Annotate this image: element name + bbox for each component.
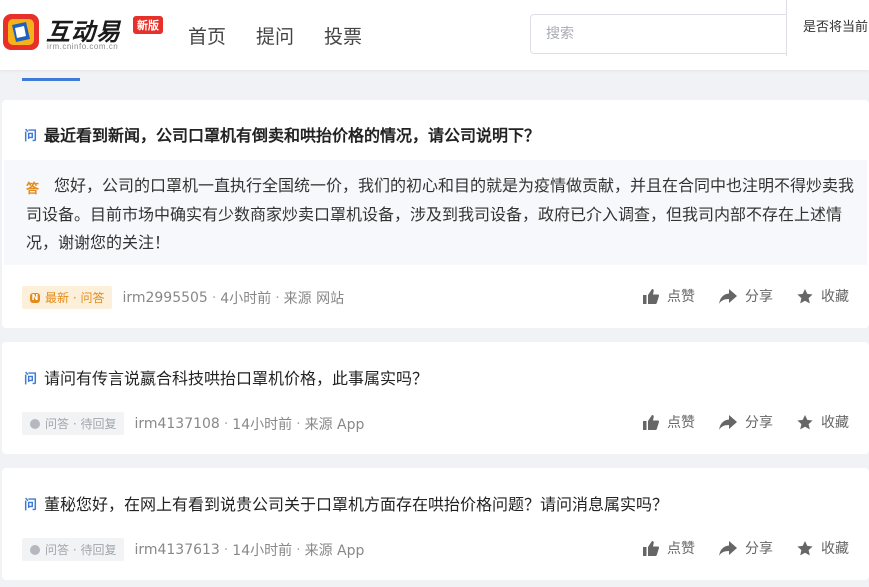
thumbs-up-icon [643,288,659,304]
collect-label: 收藏 [821,289,849,305]
post-source: 来源 App [304,542,365,559]
user-name[interactable]: irm2995505 [122,290,207,306]
new-version-badge: 新版 [133,16,163,34]
share-icon [719,414,737,430]
question-row: 问 最近看到新闻，公司口罩机有倒卖和哄抬价格的情况，请公司说明下？ [24,122,540,146]
meta-separator: · [211,289,217,306]
star-icon [797,540,813,555]
post-source: 来源 App [304,416,365,433]
post-source: 来源 网站 [283,290,345,307]
logo-subtext: irm.cninfo.com.cn [47,42,119,51]
like-label: 点赞 [667,541,695,557]
meta-separator: · [296,541,301,558]
status-badge: N 最新 · 问答 [22,286,113,309]
question-row: 问 请问有传言说嬴合科技哄抬口罩机价格，此事属实吗？ [24,365,428,389]
question-text[interactable]: 最近看到新闻，公司口罩机有倒卖和哄抬价格的情况，请公司说明下？ [44,122,540,146]
star-icon [797,288,813,303]
card-actions: 点赞 分享 收藏 [619,412,849,432]
question-mark-icon: 问 [24,129,38,144]
nav-home[interactable]: 首页 [188,22,226,49]
collect-button[interactable]: 收藏 [797,538,849,558]
star-icon [797,414,813,429]
status-badge-label: 问答 · 待回复 [45,417,117,431]
question-mark-icon: 问 [24,372,38,387]
like-button[interactable]: 点赞 [643,538,695,558]
top-header: 互动易 irm.cninfo.com.cn 新版 首页 提问 投票 是否将当前 [0,0,869,70]
nav-vote[interactable]: 投票 [324,22,362,49]
post-time: 14小时前 [232,542,293,559]
search-input[interactable] [530,14,788,54]
share-label: 分享 [745,415,773,431]
status-badge: 问答 · 待回复 [22,538,125,561]
card-actions: 点赞 分享 收藏 [619,286,849,306]
logo-icon[interactable] [2,12,40,52]
card-actions: 点赞 分享 收藏 [619,538,849,558]
like-label: 点赞 [667,415,695,431]
share-icon [719,540,737,556]
meta-row: N 最新 · 问答 irm2995505 · 4小时前 · 来源 网站 [22,286,344,309]
user-name[interactable]: irm4137108 [134,416,219,432]
collect-button[interactable]: 收藏 [797,286,849,306]
collect-button[interactable]: 收藏 [797,412,849,432]
collect-label: 收藏 [821,541,849,557]
qa-card: 问 最近看到新闻，公司口罩机有倒卖和哄抬价格的情况，请公司说明下？ 答 您好，公… [2,100,869,328]
nav-ask[interactable]: 提问 [256,22,294,49]
share-button[interactable]: 分享 [719,412,773,432]
clock-icon [30,544,40,555]
share-button[interactable]: 分享 [719,538,773,558]
share-label: 分享 [745,289,773,305]
like-button[interactable]: 点赞 [643,412,695,432]
meta-separator: · [296,415,301,432]
question-text[interactable]: 请问有传言说嬴合科技哄抬口罩机价格，此事属实吗？ [44,365,428,389]
status-badge-label: 问答 · 待回复 [45,543,117,557]
share-label: 分享 [745,541,773,557]
qa-card: 问 董秘您好，在网上有看到说贵公司关于口罩机方面存在哄抬价格问题？请问消息属实吗… [2,468,869,580]
like-label: 点赞 [667,289,695,305]
question-mark-icon: 问 [24,498,38,513]
clock-icon [30,418,40,429]
share-button[interactable]: 分享 [719,286,773,306]
status-badge: 问答 · 待回复 [22,412,125,435]
user-name[interactable]: irm4137613 [134,542,219,558]
meta-separator: · [223,541,229,558]
share-icon [719,288,737,304]
status-badge-label: 最新 · 问答 [45,291,105,305]
thumbs-up-icon [643,414,659,430]
collect-label: 收藏 [821,415,849,431]
question-text[interactable]: 董秘您好，在网上有看到说贵公司关于口罩机方面存在哄抬价格问题？请问消息属实吗？ [44,491,668,515]
like-button[interactable]: 点赞 [643,286,695,306]
nav-active-indicator [22,78,80,81]
post-time: 14小时前 [232,416,293,433]
meta-separator: · [275,289,280,306]
meta-row: 问答 · 待回复 irm4137108 · 14小时前 · 来源 App [22,412,364,435]
qa-card: 问 请问有传言说嬴合科技哄抬口罩机价格，此事属实吗？ 问答 · 待回复 irm4… [2,342,869,454]
post-time: 4小时前 [220,290,272,307]
company-select[interactable]: 是否将当前 [786,0,869,56]
question-row: 问 董秘您好，在网上有看到说贵公司关于口罩机方面存在哄抬价格问题？请问消息属实吗… [24,491,668,515]
answer-text: 您好，公司的口罩机一直执行全国统一价，我们的初心和目的就是为疫情做贡献，并且在合… [26,176,855,252]
new-icon: N [30,292,40,303]
meta-separator: · [223,415,229,432]
thumbs-up-icon [643,540,659,556]
meta-row: 问答 · 待回复 irm4137613 · 14小时前 · 来源 App [22,538,364,561]
answer-box: 答 您好，公司的口罩机一直执行全国统一价，我们的初心和目的就是为疫情做贡献，并且… [4,160,867,265]
